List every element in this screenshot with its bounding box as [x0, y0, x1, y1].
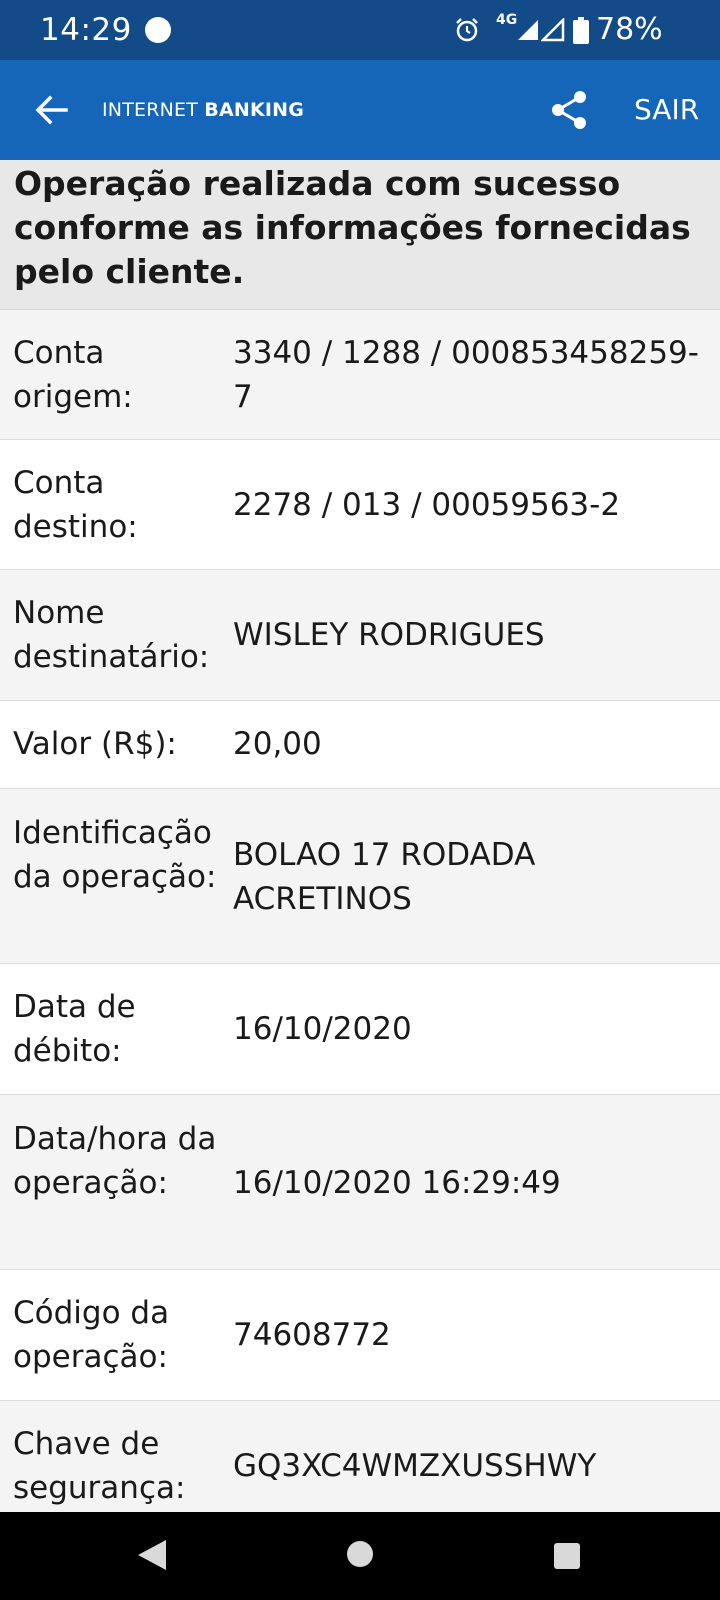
detail-label: Identificação da operação: — [13, 815, 217, 895]
detail-row-destination-account: Conta destino: 2278 / 013 / 00059563-2 — [0, 440, 720, 570]
detail-row-operation-code: Código da operação: 74608772 — [0, 1270, 720, 1401]
share-icon[interactable] — [548, 88, 592, 132]
success-banner: Operação realizada com sucesso conforme … — [0, 160, 720, 310]
detail-row-operation-id: Identificação da operação: BOLAO 17 RODA… — [0, 789, 720, 964]
detail-value: 2278 / 013 / 00059563-2 — [233, 487, 621, 523]
detail-value: 3340 / 1288 / 000853458259-7 — [233, 335, 699, 415]
detail-label: Data de débito: — [13, 989, 136, 1069]
status-bar: 14:29 4G 78% — [0, 0, 720, 60]
app-title: INTERNET BANKING — [102, 95, 304, 125]
detail-row-recipient-name: Nome destinatário: WISLEY RODRIGUES — [0, 570, 720, 701]
success-message: Operação realizada com sucesso conforme … — [14, 164, 691, 291]
network-type-label: 4G — [496, 12, 518, 28]
nav-recents-icon[interactable] — [553, 1542, 581, 1570]
detail-value: BOLAO 17 RODADA ACRETINOS — [233, 837, 536, 917]
app-title-regular: INTERNET — [102, 99, 205, 121]
status-icons: 4G 78% — [420, 0, 720, 60]
detail-value: 20,00 — [233, 726, 322, 762]
app-title-bold: BANKING — [204, 99, 305, 121]
detail-label: Conta origem: — [13, 335, 133, 415]
detail-row-amount: Valor (R$): 20,00 — [0, 701, 720, 789]
detail-label: Data/hora da operação: — [13, 1121, 217, 1201]
detail-value: WISLEY RODRIGUES — [233, 617, 545, 653]
battery-percentage: 78% — [596, 12, 663, 47]
system-nav-bar — [0, 1512, 720, 1600]
app-bar: INTERNET BANKING SAIR — [0, 60, 720, 160]
signal-icon-secondary — [541, 18, 565, 42]
back-arrow-icon[interactable] — [28, 86, 76, 134]
detail-row-debit-date: Data de débito: 16/10/2020 — [0, 964, 720, 1095]
signal-icon — [518, 20, 538, 40]
logout-button[interactable]: SAIR — [634, 90, 699, 130]
detail-value: GQ3XC4WMZXUSSHWY — [233, 1448, 597, 1484]
detail-label: Código da operação: — [13, 1295, 170, 1375]
battery-icon — [573, 17, 589, 44]
status-time: 14:29 — [40, 12, 132, 48]
detail-label: Nome destinatário: — [13, 595, 210, 675]
alarm-icon — [456, 18, 478, 42]
screen: 14:29 4G 78% INTERNET BANKING SAIR Opera… — [0, 0, 720, 1600]
detail-label: Valor (R$): — [13, 726, 177, 762]
detail-label: Chave de segurança: — [13, 1426, 186, 1506]
nav-home-icon[interactable] — [346, 1540, 374, 1568]
detail-value: 74608772 — [233, 1317, 391, 1353]
detail-row-operation-datetime: Data/hora da operação: 16/10/2020 16:29:… — [0, 1095, 720, 1270]
detail-value: 16/10/2020 16:29:49 — [233, 1165, 561, 1201]
nav-back-icon[interactable] — [136, 1538, 168, 1572]
notification-dot-icon — [145, 17, 171, 43]
detail-row-origin-account: Conta origem: 3340 / 1288 / 000853458259… — [0, 310, 720, 440]
detail-label: Conta destino: — [13, 465, 138, 545]
detail-value: 16/10/2020 — [233, 1011, 412, 1047]
transaction-details: Conta origem: 3340 / 1288 / 000853458259… — [0, 310, 720, 1532]
